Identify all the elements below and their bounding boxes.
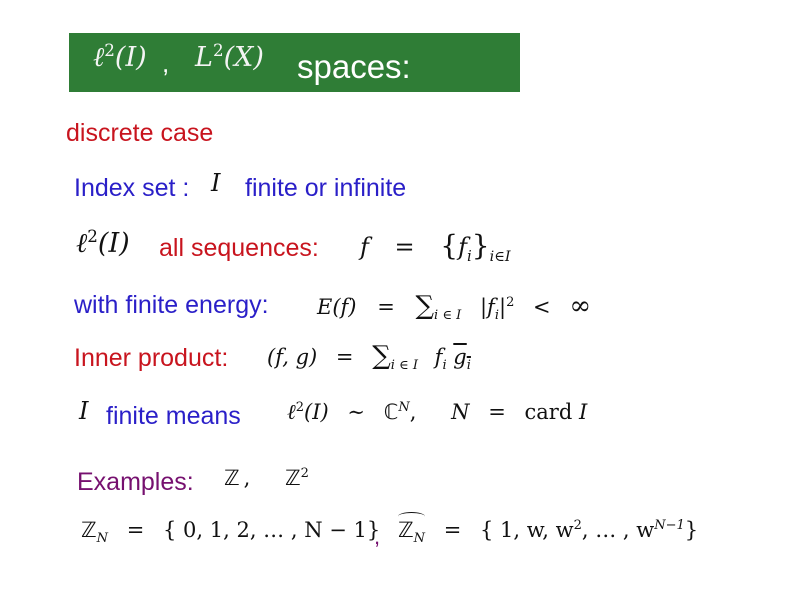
L-symbol: L [195, 42, 213, 73]
index-set-description: finite or infinite [245, 174, 407, 202]
sum-index: i ∈ I [390, 358, 418, 374]
integers-symbol: ℤ [398, 518, 414, 542]
argument: (I) [304, 400, 329, 424]
sequence-formula: f = {fi}i∈I [360, 229, 511, 265]
superscript: 2 [573, 518, 582, 533]
card-operator: card [524, 400, 573, 424]
energy-lhs: E(f) [317, 295, 357, 319]
equals: = [126, 518, 145, 542]
conjugate-g: gi [453, 345, 471, 372]
zn-set: { 0, 1, 2, … , N − 1} [163, 518, 381, 542]
finite-means-label: finite means [106, 402, 241, 430]
integers-symbol: ℤ [81, 518, 97, 542]
complex-numbers-symbol: ℂ [383, 400, 399, 424]
index-set-label: Index set : [74, 174, 190, 202]
sum-symbol: ∑ [372, 341, 391, 371]
subscript: N [96, 531, 109, 547]
close-brace: } [471, 229, 490, 262]
equals: = [377, 295, 395, 319]
subscript: i [442, 358, 447, 374]
abs-f: |f [479, 295, 495, 319]
integers-squared-symbol: ℤ [285, 466, 301, 490]
l2-space-symbol: ℓ2(I) [76, 228, 130, 259]
zn-separator-comma: , [374, 524, 381, 549]
subtitle-discrete-case: discrete case [66, 119, 214, 147]
subscript: N [413, 531, 426, 547]
sum-symbol: ∑ [415, 291, 435, 321]
superscript: N [398, 400, 410, 415]
g-symbol: g [453, 345, 467, 369]
superscript: 2 [104, 40, 115, 60]
ell-symbol: ℓ [287, 400, 296, 424]
ell-symbol: ℓ [76, 228, 88, 259]
title-math-L2-X: L2(X) [195, 42, 264, 73]
hat-set-open: { 1, w, w [480, 518, 574, 542]
superscript: 2 [87, 226, 98, 246]
index-subscript: i∈I [489, 248, 511, 265]
ell-symbol: ℓ [93, 42, 105, 73]
abs-close: | [498, 295, 507, 319]
sequences-label: all sequences: [159, 234, 319, 262]
infinity-symbol: ∞ [569, 291, 591, 321]
zn-hat-formula: ℤN = { 1, w, w2, … , wN−1} [398, 512, 699, 545]
f-symbol: f [458, 233, 467, 261]
title-comma: , [162, 48, 170, 78]
inner-product-formula: (f, g) = ∑i ∈ I fi gi [267, 341, 471, 374]
inner-product-lhs: (f, g) [267, 345, 318, 369]
comma: , [409, 400, 417, 424]
open-brace: { [440, 229, 459, 262]
f-symbol: f [360, 233, 369, 261]
finite-formula: ℓ2(I) ∼ ℂN, N = card I [287, 400, 587, 425]
less-than: < [533, 295, 551, 319]
comma: , [243, 466, 251, 490]
I-symbol: I [578, 400, 588, 424]
isomorphic-symbol: ∼ [347, 400, 366, 424]
equals: = [335, 345, 354, 369]
energy-label: with finite energy: [74, 291, 269, 319]
title-text: spaces: [297, 48, 411, 85]
finite-I-symbol: I [79, 397, 89, 425]
superscript: 2 [295, 400, 305, 415]
examples-formula: ℤ, ℤ2 [224, 466, 309, 490]
superscript: 2 [212, 40, 224, 60]
equals: = [488, 400, 506, 424]
N-symbol: N [451, 400, 470, 424]
integers-symbol: ℤ [224, 466, 240, 490]
zn-hat: ℤN [398, 512, 426, 545]
superscript: N−1 [654, 518, 685, 533]
zn-formula: ℤN = { 0, 1, 2, … , N − 1} [81, 518, 381, 545]
energy-formula: E(f) = ∑i ∈ I |fi|2 < ∞ [317, 291, 591, 324]
hat-set-mid: , … , w [581, 518, 655, 542]
superscript: 2 [506, 295, 515, 310]
equals: = [394, 233, 415, 261]
argument: (I) [97, 228, 130, 259]
title-math-l2-I: ℓ2(I) [93, 42, 147, 73]
sum-index: i ∈ I [434, 308, 462, 324]
superscript: 2 [300, 466, 309, 481]
argument: (X) [223, 42, 264, 73]
index-set-symbol: I [211, 169, 221, 197]
subscript: i [466, 358, 471, 374]
close-brace: } [684, 518, 699, 542]
argument: (I) [114, 42, 147, 73]
equals: = [443, 518, 462, 542]
inner-product-label: Inner product: [74, 344, 229, 372]
examples-label: Examples: [77, 468, 194, 496]
